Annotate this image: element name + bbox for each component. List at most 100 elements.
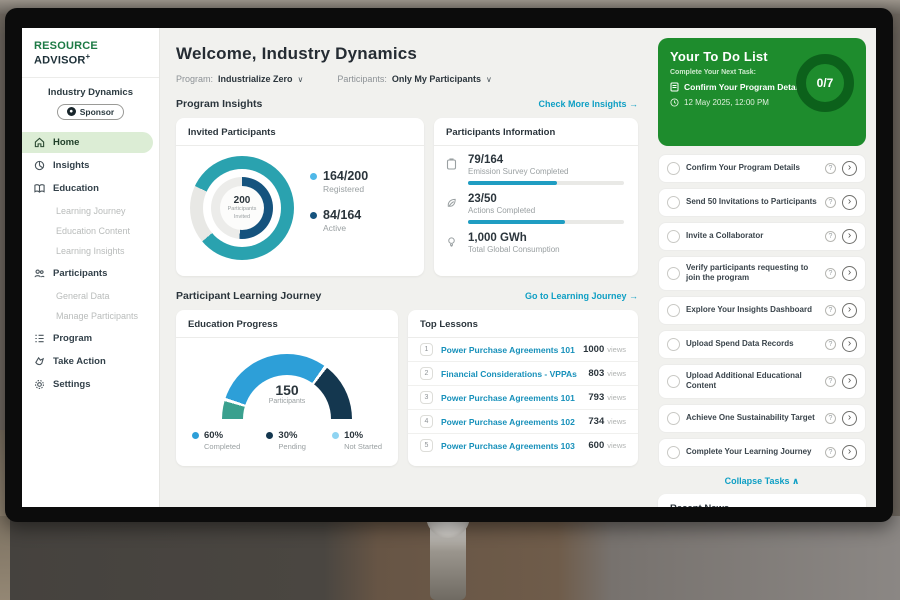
chevron-right-icon[interactable]: › (842, 161, 857, 176)
lesson-link[interactable]: Power Purchase Agreements 103 (441, 441, 588, 451)
lesson-link[interactable]: Financial Considerations - VPPAs (441, 369, 588, 379)
help-icon[interactable]: ? (825, 163, 836, 174)
chevron-right-icon[interactable]: › (842, 229, 857, 244)
task-label: Complete Your Learning Journey (686, 447, 819, 457)
help-icon[interactable]: ? (825, 376, 836, 387)
task-row-confirm-program[interactable]: Confirm Your Program Details ? › (658, 154, 866, 183)
task-label: Achieve One Sustainability Target (686, 413, 819, 423)
stat-total-consumption: 1,000 GWh Total Global Consumption (434, 224, 638, 254)
lesson-row[interactable]: 5 Power Purchase Agreements 103 600 view… (408, 434, 638, 457)
task-checkbox[interactable] (667, 446, 680, 459)
gauge-center-value: 150 (222, 382, 352, 398)
chevron-right-icon[interactable]: › (842, 303, 857, 318)
help-icon[interactable]: ? (825, 197, 836, 208)
collapse-tasks-link[interactable]: Collapse Tasks ∧ (658, 472, 866, 494)
chevron-right-icon[interactable]: › (842, 337, 857, 352)
task-row-complete-learning-journey[interactable]: Complete Your Learning Journey ? › (658, 438, 866, 467)
views-label: views (607, 369, 626, 378)
help-icon[interactable]: ? (825, 231, 836, 242)
help-icon[interactable]: ? (825, 268, 836, 279)
logo-plus: + (86, 52, 91, 61)
lesson-row[interactable]: 2 Financial Considerations - VPPAs 803 v… (408, 362, 638, 386)
chevron-right-icon[interactable]: › (842, 411, 857, 426)
registered-label: Registered (323, 184, 368, 194)
lesson-link[interactable]: Power Purchase Agreements 101 (441, 393, 588, 403)
task-checkbox[interactable] (667, 338, 680, 351)
chevron-right-icon[interactable]: › (842, 374, 857, 389)
program-icon (34, 333, 45, 344)
sidebar-item-learning-journey[interactable]: Learning Journey (22, 201, 159, 221)
dashboard-screen: RESOURCE ADVISOR+ Industry Dynamics ● Sp… (22, 28, 876, 507)
bulb-icon (446, 232, 460, 254)
legend-dot-registered (310, 173, 317, 180)
legend-registered: 164/200 Registered (310, 169, 368, 194)
legend-label: Not Started (344, 442, 382, 451)
lesson-link[interactable]: Power Purchase Agreements 101 (441, 345, 583, 355)
legend-pct: 10% (344, 430, 382, 441)
sidebar-item-program[interactable]: Program (22, 328, 153, 349)
stat-emission-survey: 79/164 Emission Survey Completed (434, 146, 638, 185)
task-checkbox[interactable] (667, 304, 680, 317)
sidebar-item-general-data[interactable]: General Data (22, 286, 159, 306)
filter-bar: Program: Industrialize Zero ∨ Participan… (176, 74, 638, 84)
legend-dot-pending (266, 432, 273, 439)
chevron-right-icon[interactable]: › (842, 195, 857, 210)
legend-pct: 60% (204, 430, 240, 441)
chevron-down-icon[interactable]: ∨ (486, 75, 492, 84)
help-icon[interactable]: ? (825, 305, 836, 316)
lesson-row[interactable]: 4 Power Purchase Agreements 102 734 view… (408, 410, 638, 434)
task-checkbox[interactable] (667, 230, 680, 243)
lesson-link[interactable]: Power Purchase Agreements 102 (441, 417, 588, 427)
task-row-upload-spend-data[interactable]: Upload Spend Data Records ? › (658, 330, 866, 359)
sidebar: RESOURCE ADVISOR+ Industry Dynamics ● Sp… (22, 28, 160, 507)
check-more-insights-link[interactable]: Check More Insights → (538, 99, 638, 109)
insights-icon (34, 160, 45, 171)
sidebar-item-take-action[interactable]: Take Action (22, 351, 153, 372)
lesson-row[interactable]: 1 Power Purchase Agreements 101 1000 vie… (408, 338, 638, 362)
stat-label: Total Global Consumption (468, 245, 624, 254)
chevron-down-icon[interactable]: ∨ (298, 75, 304, 84)
sponsor-badge[interactable]: ● Sponsor (57, 104, 124, 120)
arrow-right-icon: → (629, 99, 638, 109)
donut-legend: 164/200 Registered 84/164 Active (310, 169, 368, 247)
active-value: 84/164 (323, 208, 361, 222)
sidebar-item-education-content[interactable]: Education Content (22, 221, 159, 241)
task-checkbox[interactable] (667, 412, 680, 425)
sidebar-item-learning-insights[interactable]: Learning Insights (22, 241, 159, 261)
sidebar-item-settings[interactable]: Settings (22, 374, 153, 395)
go-to-learning-journey-link[interactable]: Go to Learning Journey → (525, 291, 638, 301)
stat-label: Actions Completed (468, 206, 624, 215)
sidebar-item-insights[interactable]: Insights (22, 155, 153, 176)
invited-participants-donut-chart: 200 Participants Invited (190, 156, 294, 260)
task-row-verify-participants[interactable]: Verify participants requesting to join t… (658, 256, 866, 291)
help-icon[interactable]: ? (825, 447, 836, 458)
task-checkbox[interactable] (667, 267, 680, 280)
chevron-right-icon[interactable]: › (842, 266, 857, 281)
task-checkbox[interactable] (667, 162, 680, 175)
task-row-achieve-target[interactable]: Achieve One Sustainability Target ? › (658, 404, 866, 433)
task-label: Invite a Collaborator (686, 231, 819, 241)
task-checkbox[interactable] (667, 196, 680, 209)
chevron-right-icon[interactable]: › (842, 445, 857, 460)
sidebar-item-home[interactable]: Home (22, 132, 153, 153)
help-icon[interactable]: ? (825, 339, 836, 350)
lesson-row[interactable]: 3 Power Purchase Agreements 101 793 view… (408, 386, 638, 410)
clipboard-icon (446, 154, 460, 185)
task-row-explore-insights[interactable]: Explore Your Insights Dashboard ? › (658, 296, 866, 325)
sidebar-item-participants[interactable]: Participants (22, 263, 153, 284)
participants-filter[interactable]: Participants: Only My Participants ∨ (337, 74, 491, 84)
task-label: Send 50 Invitations to Participants (686, 197, 819, 207)
sidebar-item-education[interactable]: Education (22, 178, 153, 199)
views-label: views (607, 345, 626, 354)
task-row-upload-educational-content[interactable]: Upload Additional Educational Content ? … (658, 364, 866, 399)
sponsor-badge-label: Sponsor (80, 107, 114, 117)
sidebar-item-manage-participants[interactable]: Manage Participants (22, 306, 159, 326)
program-filter[interactable]: Program: Industrialize Zero ∨ (176, 74, 303, 84)
legend-dot-active (310, 212, 317, 219)
task-label: Upload Spend Data Records (686, 339, 819, 349)
task-row-send-invitations[interactable]: Send 50 Invitations to Participants ? › (658, 188, 866, 217)
help-icon[interactable]: ? (825, 413, 836, 424)
participants-filter-label: Participants: (337, 74, 387, 84)
task-checkbox[interactable] (667, 375, 680, 388)
task-row-invite-collaborator[interactable]: Invite a Collaborator ? › (658, 222, 866, 251)
